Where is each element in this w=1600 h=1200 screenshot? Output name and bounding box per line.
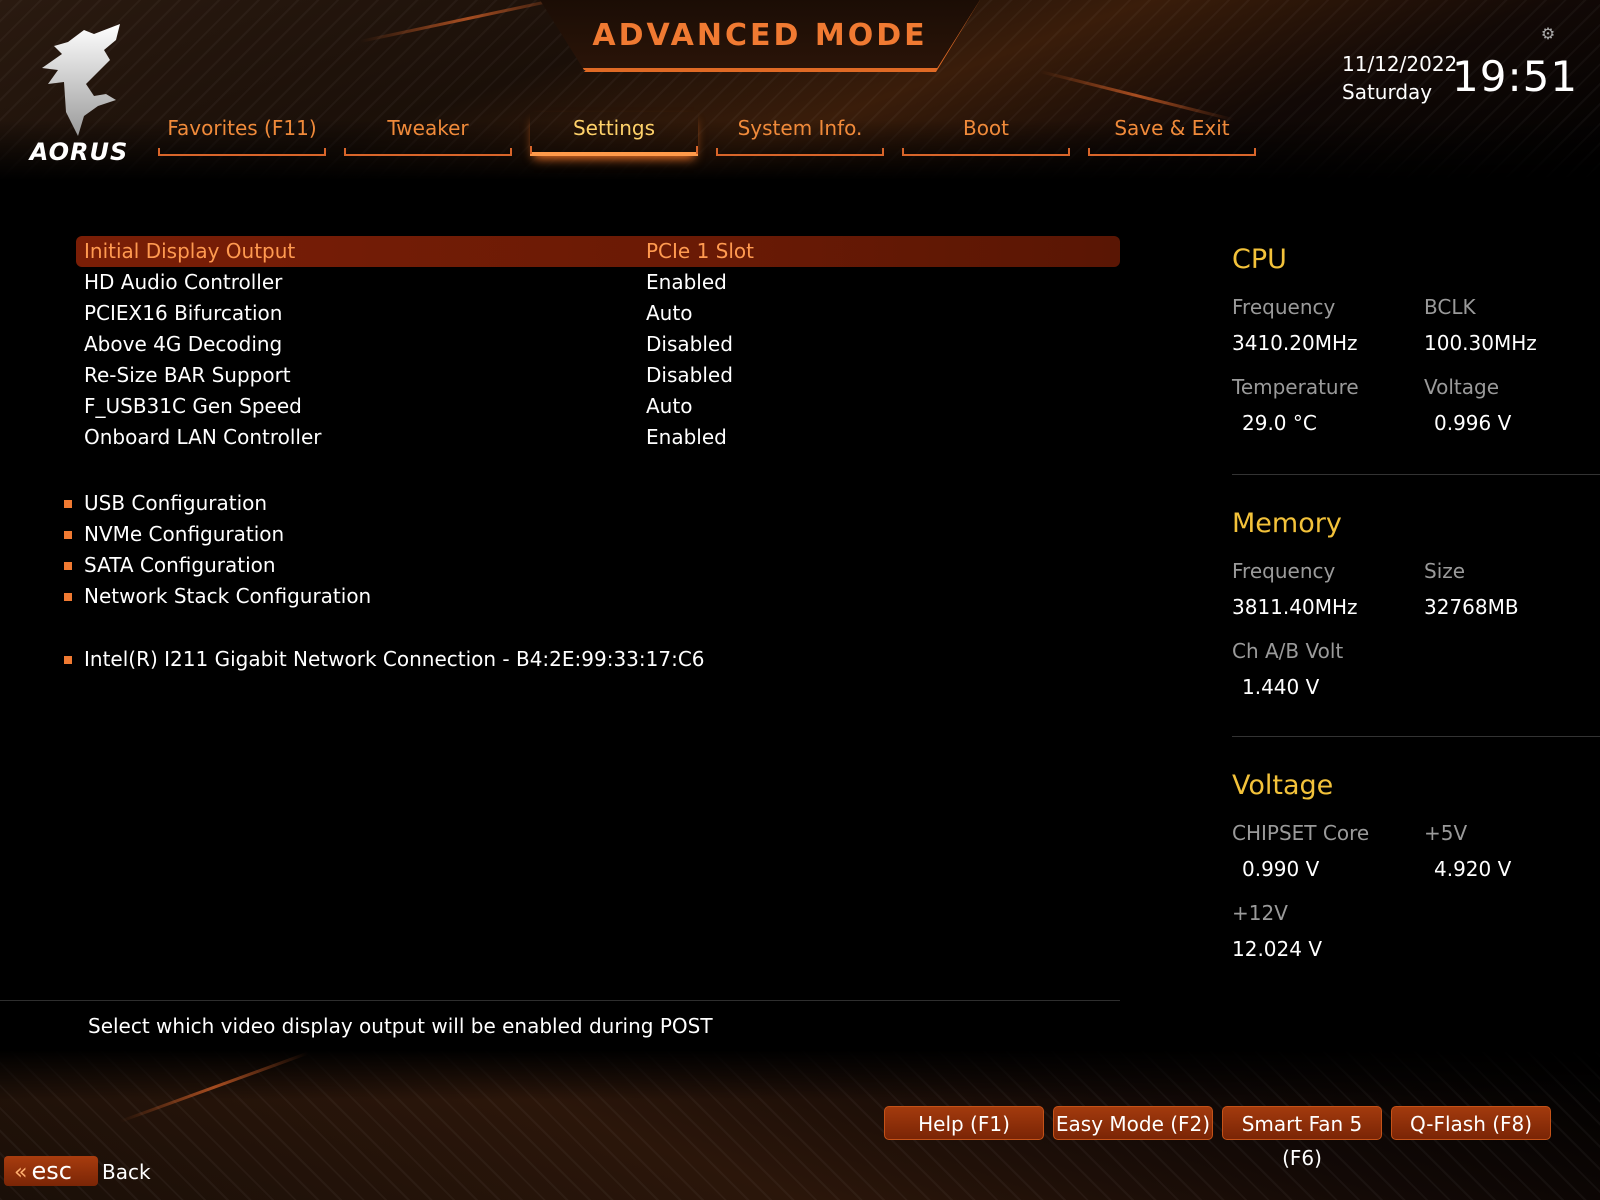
qflash-button[interactable]: Q-Flash (F8) [1391,1106,1551,1140]
setting-value[interactable]: Disabled [646,329,733,360]
date-display: 11/12/2022 Saturday [1342,50,1457,106]
help-button[interactable]: Help (F1) [884,1106,1044,1140]
v12-label: +12V [1232,901,1288,925]
setting-name: Re-Size BAR Support [84,363,291,387]
setting-above-4g-decoding[interactable]: Above 4G Decoding Disabled [76,329,1120,360]
setting-name: HD Audio Controller [84,270,283,294]
cpu-frequency-value: 3410.20MHz [1232,331,1358,355]
tab-boot[interactable]: Boot [902,112,1070,156]
double-chevron-left-icon: « [14,1160,28,1185]
submenu-network-device[interactable]: Intel(R) I211 Gigabit Network Connection… [64,644,964,675]
memory-frequency-label: Frequency [1232,559,1336,583]
smart-fan-button[interactable]: Smart Fan 5 (F6) [1222,1106,1382,1170]
v5-label: +5V [1424,821,1468,845]
tab-tweaker[interactable]: Tweaker [344,112,512,156]
bullet-icon [64,562,72,570]
memory-volt-label: Ch A/B Volt [1232,639,1344,663]
cpu-bclk-value: 100.30MHz [1424,331,1537,355]
voltage-empty-label [1424,895,1600,931]
memory-title: Memory [1232,508,1342,539]
setting-name: Above 4G Decoding [84,332,283,356]
settings-list: Initial Display Output PCIe 1 Slot HD Au… [76,236,1120,453]
tab-system-info[interactable]: System Info. [716,112,884,156]
submenu-network-stack-configuration[interactable]: Network Stack Configuration [64,581,964,612]
submenu-label: Intel(R) I211 Gigabit Network Connection… [84,647,705,671]
setting-resize-bar-support[interactable]: Re-Size BAR Support Disabled [76,360,1120,391]
bullet-icon [64,500,72,508]
memory-frequency-value: 3811.40MHz [1232,595,1358,619]
tab-save-exit[interactable]: Save & Exit [1088,112,1256,156]
cpu-voltage-label: Voltage [1424,375,1500,399]
submenu-nvme-configuration[interactable]: NVMe Configuration [64,519,964,550]
setting-name: F_USB31C Gen Speed [84,394,302,418]
submenu-label: Network Stack Configuration [84,584,372,608]
submenu-spacer [64,612,964,644]
setting-value[interactable]: Enabled [646,422,727,453]
setting-value[interactable]: Enabled [646,267,727,298]
help-description: Select which video display output will b… [88,1014,713,1038]
submenu-list: USB Configuration NVMe Configuration SAT… [64,488,964,675]
cpu-temperature-label: Temperature [1232,375,1359,399]
panel-divider [1232,736,1600,737]
bullet-icon [64,593,72,601]
bullet-icon [64,531,72,539]
voltage-title: Voltage [1232,770,1334,801]
setting-value[interactable]: Auto [646,391,692,422]
cpu-bclk-label: BCLK [1424,295,1476,319]
submenu-sata-configuration[interactable]: SATA Configuration [64,550,964,581]
setting-value[interactable]: PCIe 1 Slot [646,236,754,267]
easy-mode-button[interactable]: Easy Mode (F2) [1053,1106,1213,1140]
voltage-panel: Voltage CHIPSET Core +5V 0.990 V 4.920 V… [1232,770,1600,975]
memory-size-label: Size [1424,559,1466,583]
gear-icon[interactable]: ⚙ [1538,24,1558,44]
setting-name: Onboard LAN Controller [84,425,322,449]
memory-size-value: 32768MB [1424,595,1519,619]
bullet-icon [64,656,72,664]
memory-panel: Memory Frequency Size 3811.40MHz 32768MB… [1232,508,1600,713]
back-label[interactable]: Back [102,1160,151,1184]
v5-value: 4.920 V [1434,857,1512,881]
submenu-label: USB Configuration [84,491,268,515]
submenu-usb-configuration[interactable]: USB Configuration [64,488,964,519]
esc-label: esc [31,1157,72,1185]
setting-value[interactable]: Disabled [646,360,733,391]
esc-button[interactable]: «esc [4,1156,98,1186]
help-divider [0,1000,1120,1001]
setting-initial-display-output[interactable]: Initial Display Output PCIe 1 Slot [76,236,1120,267]
v12-value: 12.024 V [1232,937,1323,961]
date-text: 11/12/2022 [1342,52,1458,76]
day-text: Saturday [1342,80,1433,104]
setting-onboard-lan-controller[interactable]: Onboard LAN Controller Enabled [76,422,1120,453]
setting-name: Initial Display Output [84,239,296,263]
memory-volt-value: 1.440 V [1242,675,1320,699]
panel-divider [1232,474,1600,475]
setting-name: PCIEX16 Bifurcation [84,301,283,325]
cpu-title: CPU [1232,244,1287,275]
voltage-empty-value [1424,931,1600,975]
setting-value[interactable]: Auto [646,298,692,329]
eagle-logo-icon [42,24,120,136]
cpu-frequency-label: Frequency [1232,295,1336,319]
submenu-label: NVMe Configuration [84,522,285,546]
setting-pciex16-bifurcation[interactable]: PCIEX16 Bifurcation Auto [76,298,1120,329]
setting-f-usb31c-gen-speed[interactable]: F_USB31C Gen Speed Auto [76,391,1120,422]
logo-text: AORUS [29,138,129,166]
memory-empty-label [1424,633,1600,669]
setting-hd-audio-controller[interactable]: HD Audio Controller Enabled [76,267,1120,298]
mode-title: ADVANCED MODE [592,18,928,53]
cpu-voltage-value: 0.996 V [1434,411,1512,435]
chipset-core-label: CHIPSET Core [1232,821,1370,845]
cpu-temperature-value: 29.0 °C [1242,411,1317,435]
aorus-logo: AORUS [24,20,134,170]
submenu-label: SATA Configuration [84,553,276,577]
cpu-panel: CPU Frequency BCLK 3410.20MHz 100.30MHz … [1232,244,1600,449]
memory-empty-value [1424,669,1600,713]
time-display[interactable]: 19:51 [1452,52,1578,101]
tab-favorites[interactable]: Favorites (F11) [158,112,326,156]
chipset-core-value: 0.990 V [1242,857,1320,881]
main-tabs: Favorites (F11) Tweaker Settings System … [158,112,1258,158]
tab-settings[interactable]: Settings [530,112,698,156]
